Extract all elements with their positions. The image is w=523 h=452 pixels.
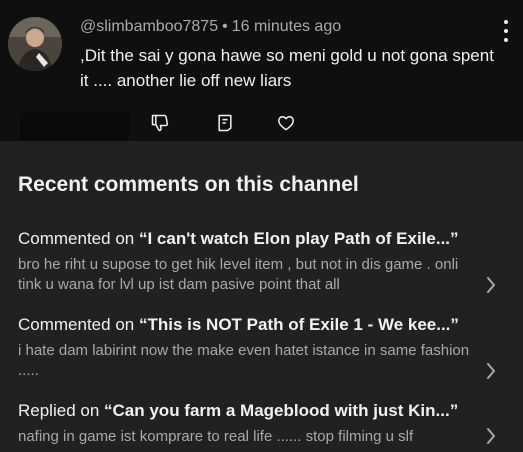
comment-card: @slimbamboo7875 • 16 minutes ago ,Dit the … <box>0 0 523 142</box>
redaction-mark <box>20 112 130 142</box>
chevron-right-icon[interactable] <box>485 276 497 294</box>
recent-comments-panel: Recent comments on this channel Commente… <box>0 141 523 452</box>
item-heading: Commented on “This is NOT Path of Exile … <box>18 314 513 336</box>
recent-comment-item[interactable]: Replied on “Can you farm a Mageblood wit… <box>18 400 513 447</box>
chevron-right-icon[interactable] <box>485 427 497 445</box>
meta-separator: • <box>222 18 228 35</box>
item-heading: Replied on “Can you farm a Mageblood wit… <box>18 400 513 422</box>
comment-author[interactable]: @slimbamboo7875 <box>80 18 218 35</box>
item-comment-text: nafing in game ist komprare to real life… <box>18 428 414 445</box>
reply-icon[interactable] <box>212 110 238 136</box>
item-verb: Commented on <box>18 315 135 334</box>
item-heading: Commented on “I can't watch Elon play Pa… <box>18 228 513 250</box>
panel-title: Recent comments on this channel <box>18 173 359 196</box>
comment-timestamp: 16 minutes ago <box>231 18 342 35</box>
comment-text: ,Dit the sai y gona hawe so meni gold u … <box>80 46 494 90</box>
item-video-title: “Can you farm a Mageblood with just Kin.… <box>104 401 459 420</box>
avatar-image <box>8 17 62 71</box>
item-verb: Replied on <box>18 401 100 420</box>
item-video-title: “I can't watch Elon play Path of Exile..… <box>138 229 459 248</box>
comment-meta: @slimbamboo7875 • 16 minutes ago <box>80 18 341 36</box>
recent-comment-item[interactable]: Commented on “I can't watch Elon play Pa… <box>18 228 513 295</box>
recent-comment-item[interactable]: Commented on “This is NOT Path of Exile … <box>18 314 513 381</box>
comments-screen: @slimbamboo7875 • 16 minutes ago ,Dit the … <box>0 0 523 452</box>
item-comment-text: i hate dam labirint now the make even ha… <box>18 342 470 379</box>
item-comment-text: bro he riht u supose to get hik level it… <box>18 256 459 293</box>
chevron-right-icon[interactable] <box>485 362 497 380</box>
item-verb: Commented on <box>18 229 135 248</box>
item-video-title: “This is NOT Path of Exile 1 - We kee...… <box>138 315 459 334</box>
more-vertical-icon[interactable] <box>496 18 516 44</box>
thumb-down-icon[interactable] <box>147 110 173 136</box>
avatar[interactable] <box>8 17 62 71</box>
heart-icon[interactable] <box>273 110 299 136</box>
